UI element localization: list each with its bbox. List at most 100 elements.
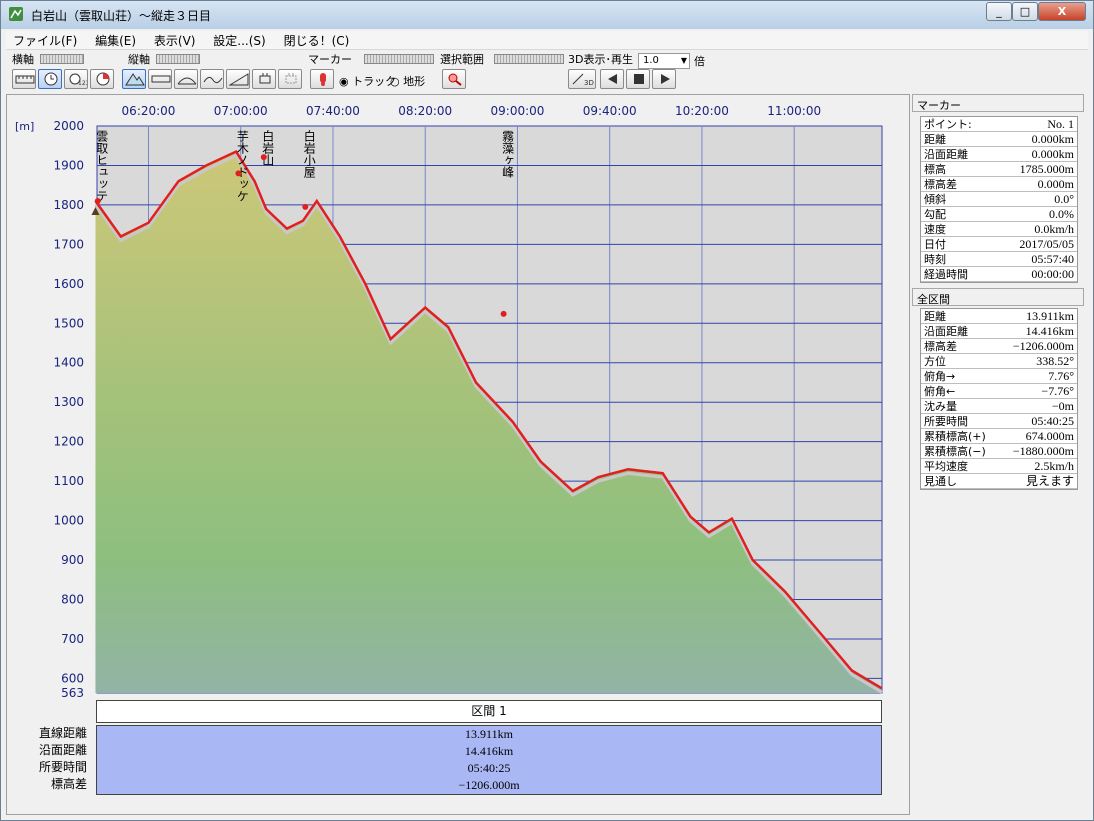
slope-icon bbox=[229, 73, 249, 86]
info-value: 2.5km/h bbox=[1034, 459, 1074, 473]
info-row: 沿面距離 0.000km bbox=[921, 147, 1077, 162]
info-label: 所要時間 bbox=[924, 415, 968, 428]
info-row: 俯角→ 7.76° bbox=[921, 369, 1077, 384]
flat-mode-button[interactable] bbox=[148, 69, 172, 89]
info-label: 見通し bbox=[924, 475, 957, 488]
waypoint-label: 白岩山 bbox=[261, 129, 275, 166]
menu-close[interactable]: 閉じる！(C) bbox=[277, 31, 357, 49]
info-value: −0m bbox=[1051, 399, 1074, 413]
range-select-button[interactable] bbox=[442, 69, 466, 89]
view-3d-button[interactable]: 3D bbox=[568, 69, 596, 89]
info-row: 累積標高(+) 674.000m bbox=[921, 429, 1077, 444]
arch-mode-button[interactable] bbox=[174, 69, 198, 89]
info-label: 日付 bbox=[924, 238, 946, 251]
svg-text:3D: 3D bbox=[584, 79, 594, 86]
info-value: −1206.000m bbox=[1012, 339, 1074, 353]
info-row: 平均速度 2.5km/h bbox=[921, 459, 1077, 474]
chevron-down-icon: ▼ bbox=[680, 56, 687, 65]
menu-view[interactable]: 表示(V) bbox=[147, 31, 203, 49]
clock-count-button[interactable]: 123 bbox=[64, 69, 88, 89]
title-bar: 白岩山（雲取山荘）～縦走３日目 _ □ X bbox=[1, 1, 1093, 29]
slope-mode-button[interactable] bbox=[226, 69, 250, 89]
info-value: 1785.000m bbox=[1019, 162, 1074, 176]
pie-clock-button[interactable] bbox=[90, 69, 114, 89]
info-value: 13.911km bbox=[1026, 309, 1074, 323]
y-tick-label: 800 bbox=[61, 592, 84, 606]
distance-axis-button[interactable] bbox=[12, 69, 36, 89]
info-label: 経過時間 bbox=[924, 268, 968, 281]
minimize-button[interactable]: _ bbox=[986, 2, 1012, 21]
marker-info-table: ポイント: No. 1 距離 0.000km 沿面距離 0.000km 標高 1785.000… bbox=[920, 116, 1078, 283]
info-label: 俯角→ bbox=[924, 370, 956, 383]
info-value: 00:00:00 bbox=[1031, 267, 1074, 281]
track-radio[interactable]: ◉ トラック bbox=[339, 73, 396, 89]
info-row: 時刻 05:57:40 bbox=[921, 252, 1077, 267]
info-row: 沿面距離 14.416km bbox=[921, 324, 1077, 339]
playback-3d-label: 3D表示･再生 bbox=[568, 53, 633, 66]
waypoint-marker bbox=[235, 170, 242, 177]
mountain-icon bbox=[125, 73, 145, 86]
summary-labels: 直線距離 沿面距離 所要時間 標高差 bbox=[9, 725, 87, 793]
stop-icon bbox=[634, 74, 644, 84]
section-header[interactable]: 区間 1 bbox=[96, 700, 882, 723]
elevation-mode-button[interactable] bbox=[122, 69, 146, 89]
clock-number-icon: 123 bbox=[69, 73, 87, 86]
x-tick-label: 11:00:00 bbox=[767, 104, 821, 118]
info-value: −1880.000m bbox=[1012, 444, 1074, 458]
info-row: 累積標高(−) −1880.000m bbox=[921, 444, 1077, 459]
stop-button[interactable] bbox=[626, 69, 650, 89]
info-label: 累積標高(+) bbox=[924, 430, 986, 443]
straight-distance-value: 13.911km bbox=[465, 727, 513, 741]
plugin-button[interactable] bbox=[252, 69, 276, 89]
y-tick-label: 900 bbox=[61, 553, 84, 567]
curve-mode-button[interactable] bbox=[200, 69, 224, 89]
speed-value: 1.0 bbox=[643, 55, 659, 66]
waypoint-marker bbox=[500, 310, 507, 317]
y-tick-label: 1300 bbox=[53, 395, 84, 409]
time-axis-button[interactable] bbox=[38, 69, 62, 89]
info-row: 見通し 見えます bbox=[921, 474, 1077, 489]
x-tick-label: 06:20:00 bbox=[122, 104, 176, 118]
plugin-off-button[interactable] bbox=[278, 69, 302, 89]
app-icon bbox=[9, 7, 23, 21]
close-button[interactable]: X bbox=[1038, 2, 1086, 21]
play-back-button[interactable] bbox=[600, 69, 624, 89]
vertical-axis-slider[interactable] bbox=[156, 54, 200, 64]
marker-color-button[interactable] bbox=[310, 69, 334, 89]
surface-distance-label: 沿面距離 bbox=[38, 743, 87, 757]
terrain-radio[interactable]: ○ 地形 bbox=[390, 73, 425, 89]
arch-icon bbox=[177, 77, 197, 85]
waypoint-marker bbox=[302, 203, 309, 210]
pie-icon bbox=[96, 72, 110, 86]
speed-select[interactable]: 1.0 ▼ bbox=[638, 53, 690, 69]
y-tick-label: 1400 bbox=[53, 356, 84, 370]
info-row: 標高差 −1206.000m bbox=[921, 339, 1077, 354]
y-axis-unit: [m] bbox=[15, 120, 34, 133]
duration-label: 所要時間 bbox=[38, 760, 87, 774]
marker-slider[interactable] bbox=[364, 54, 434, 64]
info-row: 日付 2017/05/05 bbox=[921, 237, 1077, 252]
menu-edit[interactable]: 編集(E) bbox=[88, 31, 143, 49]
info-label: 距離 bbox=[924, 133, 946, 146]
play-button[interactable] bbox=[652, 69, 676, 89]
info-row: 速度 0.0km/h bbox=[921, 222, 1077, 237]
terrain-radio-label: 地形 bbox=[403, 75, 426, 88]
info-value: 0.000m bbox=[1037, 177, 1074, 191]
waypoint-marker bbox=[260, 154, 267, 161]
plug-icon bbox=[259, 73, 271, 84]
info-value: 05:40:25 bbox=[1031, 414, 1074, 428]
info-value: 2017/05/05 bbox=[1019, 237, 1074, 251]
waypoint-label: 霧藻ヶ峰 bbox=[501, 130, 515, 178]
menu-settings[interactable]: 設定...(S) bbox=[206, 31, 272, 49]
info-row: 沈み量 −0m bbox=[921, 399, 1077, 414]
x-tick-label: 09:40:00 bbox=[583, 104, 637, 118]
menu-file[interactable]: ファイル(F) bbox=[6, 31, 84, 49]
horizontal-axis-slider[interactable] bbox=[40, 54, 84, 64]
horizontal-axis-label: 横軸 bbox=[12, 53, 34, 66]
x-tick-label: 09:00:00 bbox=[491, 104, 545, 118]
y-tick-label: 1800 bbox=[53, 198, 84, 212]
maximize-button[interactable]: □ bbox=[1012, 2, 1038, 21]
info-value: 見えます bbox=[1025, 474, 1074, 488]
info-label: 標高 bbox=[924, 163, 946, 176]
select-range-slider[interactable] bbox=[494, 54, 564, 64]
